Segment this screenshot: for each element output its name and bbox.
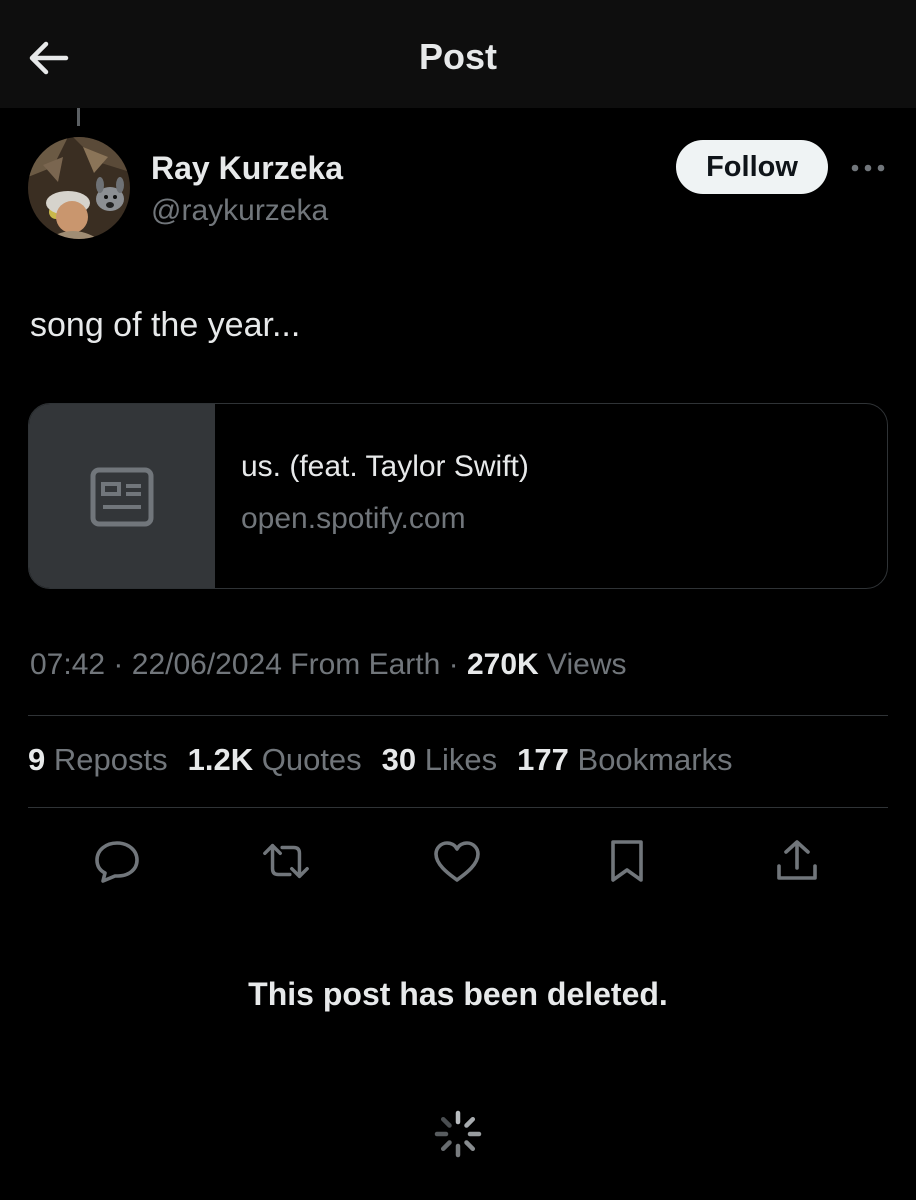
stat-count: 30 (381, 742, 417, 777)
author-handle[interactable]: @raykurzeka (151, 194, 328, 228)
share-button[interactable] (772, 836, 822, 886)
stat-reposts[interactable]: 9 Reposts (28, 742, 168, 778)
views-label: Views (547, 648, 627, 681)
stat-likes[interactable]: 30 Likes (382, 742, 497, 778)
like-icon (434, 841, 480, 882)
stat-label: Bookmarks (577, 742, 733, 777)
like-button[interactable] (432, 836, 482, 886)
stat-count: 177 (517, 742, 569, 777)
divider (28, 715, 888, 716)
share-icon (777, 840, 817, 880)
engagement-stats: 9 Reposts 1.2K Quotes 30 Likes 177 Bookm… (28, 742, 753, 778)
thread-line (77, 108, 80, 126)
reply-button[interactable] (92, 836, 142, 886)
more-button[interactable] (846, 150, 890, 186)
repost-icon (263, 843, 309, 879)
stat-label: Reposts (53, 742, 168, 777)
page-title: Post (418, 36, 497, 77)
follow-button[interactable]: Follow (676, 140, 828, 194)
loading-spinner-icon (434, 1110, 482, 1158)
meta-separator: · (113, 648, 124, 681)
divider (28, 807, 888, 808)
article-icon (90, 467, 154, 527)
link-card-thumbnail (29, 404, 215, 588)
post-meta: 07:42 · 22/06/2024 From Earth · 270K Vie… (30, 648, 627, 682)
post-page: Post Ray Kurzeka @raykurzeka Follow song… (0, 0, 916, 1200)
avatar-photo (28, 137, 130, 239)
more-horizontal-icon (851, 164, 885, 172)
stat-label: Likes (424, 742, 498, 777)
post-time[interactable]: 07:42 (30, 648, 105, 681)
bookmark-button[interactable] (602, 836, 652, 886)
stat-count: 9 (28, 742, 46, 777)
stat-count: 1.2K (187, 742, 254, 777)
avatar[interactable] (28, 137, 130, 239)
top-bar: Post (0, 0, 916, 108)
post-source: From Earth (290, 648, 441, 681)
link-card[interactable]: us. (feat. Taylor Swift) open.spotify.co… (28, 403, 888, 589)
meta-separator: · (448, 648, 459, 681)
repost-button[interactable] (261, 836, 311, 886)
deleted-message: This post has been deleted. (248, 976, 668, 1012)
stat-label: Quotes (261, 742, 362, 777)
post-date[interactable]: 22/06/2024 (132, 648, 282, 681)
link-card-title: us. (feat. Taylor Swift) (241, 450, 529, 483)
reply-icon (95, 841, 139, 883)
post-text: song of the year... (30, 306, 301, 344)
views-count: 270K (466, 648, 539, 681)
bookmark-icon (611, 840, 643, 882)
author-name[interactable]: Ray Kurzeka (151, 150, 343, 187)
stat-quotes[interactable]: 1.2K Quotes (188, 742, 362, 778)
link-card-domain: open.spotify.com (241, 502, 466, 535)
stat-bookmarks[interactable]: 177 Bookmarks (517, 742, 732, 778)
